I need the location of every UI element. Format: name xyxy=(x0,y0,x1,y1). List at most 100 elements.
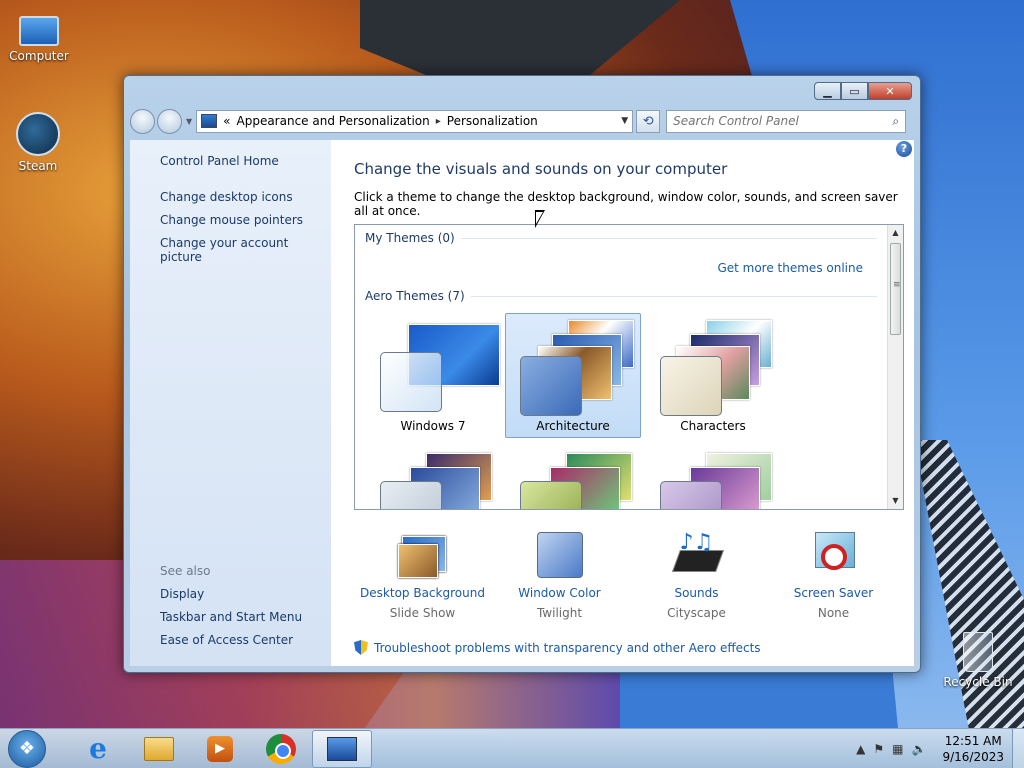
action-center-icon[interactable]: ⚑ xyxy=(873,742,884,756)
caption-buttons: ▁ ▭ ✕ xyxy=(814,82,912,100)
close-button[interactable]: ✕ xyxy=(868,82,912,100)
desktop-icon-label: Computer xyxy=(9,49,69,63)
search-input[interactable] xyxy=(673,114,893,128)
troubleshoot-link[interactable]: Troubleshoot problems with transparency … xyxy=(354,640,914,655)
system-tray: ▲ ⚑ ▦ 🔈 12:51 AM 9/16/2023 xyxy=(856,733,1004,765)
see-also-section: See also Display Taskbar and Start Menu … xyxy=(160,564,302,656)
taskbar-file-explorer[interactable] xyxy=(129,730,189,768)
setting-value: None xyxy=(817,606,850,620)
main-pane: ? Change the visuals and sounds on your … xyxy=(331,140,914,666)
address-dropdown-icon[interactable]: ▼ xyxy=(621,116,628,126)
breadcrumb-personalization[interactable]: Personalization xyxy=(447,114,538,128)
maximize-button[interactable]: ▭ xyxy=(841,82,868,100)
page-description: Click a theme to change the desktop back… xyxy=(354,190,898,218)
theme-tile-characters[interactable]: Characters xyxy=(645,313,781,438)
setting-label[interactable]: Window Color xyxy=(491,586,628,600)
setting-label[interactable]: Desktop Background xyxy=(354,586,491,600)
control-panel-icon xyxy=(327,736,357,761)
theme-label: Windows 7 xyxy=(400,419,466,433)
windows-logo-icon: ❖ xyxy=(18,738,36,759)
window-color-setting[interactable]: Window Color Twilight xyxy=(491,530,628,620)
desktop-icon-computer[interactable]: Computer xyxy=(3,8,75,63)
desktop-icon-steam[interactable]: Steam xyxy=(2,112,74,173)
forward-button[interactable] xyxy=(157,108,182,134)
theme-tile-nature[interactable] xyxy=(505,446,641,509)
navigation-bar: ▼ « Appearance and Personalization ▸ Per… xyxy=(130,106,914,136)
content-area: Control Panel Home Change desktop icons … xyxy=(130,140,914,666)
theme-row xyxy=(365,446,877,509)
refresh-button[interactable]: ⟲ xyxy=(636,109,661,133)
media-player-icon: ▶ xyxy=(207,735,233,762)
left-pane: Control Panel Home Change desktop icons … xyxy=(130,140,331,666)
clock-date: 9/16/2023 xyxy=(942,749,1004,764)
sounds-setting[interactable]: ♪♫ Sounds Cityscape xyxy=(628,530,765,620)
screen-saver-setting[interactable]: Screen Saver None xyxy=(765,530,902,620)
breadcrumb-separator-arrow[interactable]: ▸ xyxy=(436,116,441,127)
change-account-picture-link[interactable]: Change your account picture xyxy=(160,236,331,264)
shield-icon xyxy=(354,640,368,655)
help-icon[interactable]: ? xyxy=(896,141,912,157)
control-panel-home-link[interactable]: Control Panel Home xyxy=(160,154,331,168)
taskbar-start-menu-link[interactable]: Taskbar and Start Menu xyxy=(160,610,302,624)
recycle-bin-icon xyxy=(963,632,993,672)
recent-pages-dropdown[interactable]: ▼ xyxy=(186,117,192,126)
scroll-up-arrow[interactable]: ▲ xyxy=(888,225,903,241)
change-desktop-icons-link[interactable]: Change desktop icons xyxy=(160,190,331,204)
folder-icon xyxy=(144,736,174,761)
taskbar-media-player[interactable]: ▶ xyxy=(190,730,250,768)
setting-label[interactable]: Screen Saver xyxy=(765,586,902,600)
taskbar-control-panel[interactable] xyxy=(312,729,372,768)
scroll-down-arrow[interactable]: ▼ xyxy=(888,493,903,509)
back-button[interactable] xyxy=(130,108,155,134)
address-bar[interactable]: « Appearance and Personalization ▸ Perso… xyxy=(196,109,634,133)
theme-tile-architecture[interactable]: Architecture xyxy=(505,313,641,438)
desktop-icon-label: Recycle Bin xyxy=(943,675,1013,689)
search-icon[interactable]: ⌕ xyxy=(892,114,899,129)
show-desktop-button[interactable] xyxy=(1012,728,1024,768)
network-icon[interactable]: ▦ xyxy=(892,742,903,756)
get-more-themes-link[interactable]: Get more themes online xyxy=(365,261,863,275)
computer-icon xyxy=(19,16,59,46)
internet-explorer-icon: e xyxy=(89,732,107,765)
search-box[interactable]: ⌕ xyxy=(666,109,907,133)
start-button[interactable]: ❖ xyxy=(8,729,46,768)
screen-saver-icon xyxy=(809,530,859,580)
mouse-cursor-icon xyxy=(535,210,545,228)
taskbar-chrome[interactable] xyxy=(251,730,311,768)
desktop-icon-recycle-bin[interactable]: Recycle Bin xyxy=(940,632,1016,689)
taskbar-internet-explorer[interactable]: e xyxy=(68,730,128,768)
scroll-thumb[interactable] xyxy=(890,243,901,335)
theme-label: Architecture xyxy=(536,419,610,433)
desktop-background-setting[interactable]: Desktop Background Slide Show xyxy=(354,530,491,620)
my-themes-header[interactable]: My Themes (0) xyxy=(365,229,877,247)
taskbar: ❖ e ▶ ▲ ⚑ ▦ 🔈 12:51 AM 9/16/2023 xyxy=(0,728,1024,768)
address-overflow-chevron[interactable]: « xyxy=(223,114,230,128)
show-hidden-icons-icon[interactable]: ▲ xyxy=(856,742,865,756)
control-panel-icon xyxy=(201,114,218,128)
troubleshoot-text[interactable]: Troubleshoot problems with transparency … xyxy=(374,641,761,655)
setting-label[interactable]: Sounds xyxy=(628,586,765,600)
window-color-icon xyxy=(535,530,585,580)
personalization-window: ▁ ▭ ✕ ▼ « Appearance and Personalization… xyxy=(123,75,921,673)
theme-row: Windows 7 Architecture Characters xyxy=(365,313,877,438)
aero-themes-header[interactable]: Aero Themes (7) xyxy=(365,287,877,305)
setting-value: Slide Show xyxy=(389,606,456,620)
clock-time: 12:51 AM xyxy=(944,733,1002,748)
breadcrumb-appearance[interactable]: Appearance and Personalization xyxy=(237,114,430,128)
themes-list: My Themes (0) Get more themes online Aer… xyxy=(354,224,904,510)
change-mouse-pointers-link[interactable]: Change mouse pointers xyxy=(160,213,331,227)
theme-tile-scenes[interactable] xyxy=(645,446,781,509)
see-also-label: See also xyxy=(160,564,211,578)
theme-settings-row: Desktop Background Slide Show Window Col… xyxy=(354,530,914,620)
themes-scrollbar[interactable]: ▲ ▼ xyxy=(887,225,903,509)
ease-of-access-link[interactable]: Ease of Access Center xyxy=(160,633,302,647)
theme-tile-windows-7[interactable]: Windows 7 xyxy=(365,313,501,438)
desktop-icon-label: Steam xyxy=(18,159,58,173)
theme-label: Characters xyxy=(680,419,746,433)
display-link[interactable]: Display xyxy=(160,587,302,601)
steam-icon xyxy=(16,112,60,156)
minimize-button[interactable]: ▁ xyxy=(814,82,841,100)
theme-tile-landscapes[interactable] xyxy=(365,446,501,509)
clock[interactable]: 12:51 AM 9/16/2023 xyxy=(942,733,1004,765)
volume-muted-icon[interactable]: 🔈 xyxy=(912,742,927,756)
